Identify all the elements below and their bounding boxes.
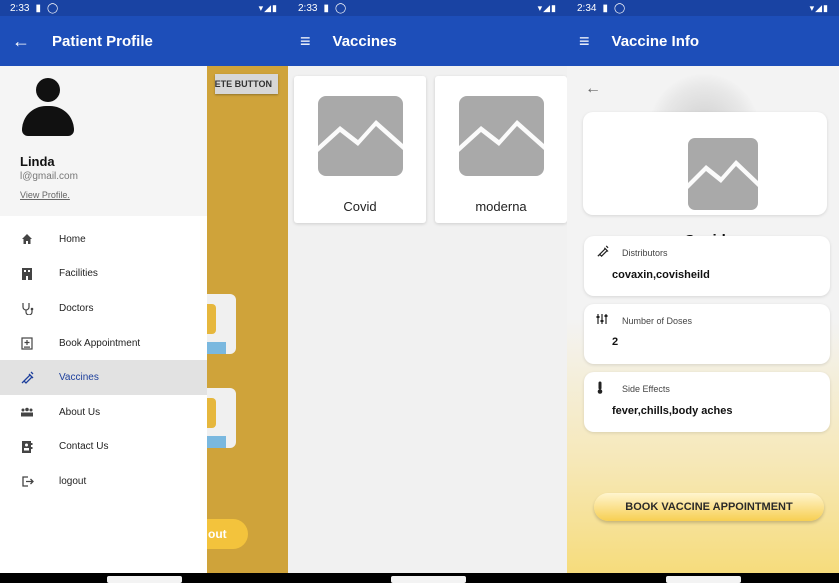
sim-icon: ▮ [323,2,329,14]
image-placeholder-icon [317,96,403,176]
distributors-label: Distributors [622,248,668,258]
status-bar: 2:33 ▮ ◯ ▾◢▮ [288,0,567,16]
stethoscope-icon [20,301,34,315]
sim-icon: ▮ [35,2,41,14]
vaccine-name: Covid [343,199,377,214]
drawer-item-facilities[interactable]: Facilities [0,257,207,292]
drawer-item-label: Doctors [59,302,94,314]
app-bar: ← Patient Profile [0,16,288,66]
signal-battery-icon: ▾◢▮ [258,2,278,13]
drawer-item-label: Contact Us [59,441,109,453]
avatar-icon [22,76,74,136]
vaccine-info-screen: 2:34 ▮ ◯ ▾◢▮ ≡ Vaccine Info Covid ← Dist… [567,0,839,583]
logout-icon [20,474,34,488]
signal-battery-icon: ▾◢▮ [537,2,557,13]
doses-label: Number of Doses [622,315,693,326]
vaccine-header-card: Covid [583,112,827,249]
drawer-menu: Home Facilities Doctors Book Appointment… [0,222,207,499]
app-bar-title: Vaccine Info [611,32,700,50]
drawer-item-label: Home [59,233,86,245]
signal-battery-icon: ▾◢▮ [809,2,829,13]
drawer-header: Linda l@gmail.com View Profile. [0,66,207,216]
menu-icon[interactable]: ≡ [579,31,590,52]
drawer-item-doctors[interactable]: Doctors [0,291,207,326]
image-placeholder-icon [688,138,758,210]
book-vaccine-appointment-button[interactable]: BOOK VACCINE APPOINTMENT [594,493,824,521]
image-placeholder-icon [458,96,544,176]
home-icon [20,232,34,246]
distributors-card: Distributors covaxin,covisheild [584,236,830,296]
sync-icon: ◯ [613,2,626,14]
status-bar: 2:34 ▮ ◯ ▾◢▮ [567,0,839,16]
people-icon [20,405,34,419]
drawer-item-vaccines[interactable]: Vaccines [0,360,207,395]
status-time: 2:34 [577,2,597,14]
patient-profile-screen: 2:33 ▮ ◯ ▾◢▮ ← Patient Profile ETE BUTTO… [0,0,288,583]
drawer-item-label: Vaccines [59,372,99,384]
doses-value: 2 [612,336,619,348]
system-nav-bar [0,573,288,583]
side-effects-label: Side Effects [622,384,670,394]
back-arrow-icon[interactable]: ← [12,31,30,52]
drawer-item-logout[interactable]: logout [0,464,207,499]
status-time: 2:33 [298,2,318,14]
side-effects-value: fever,chills,body aches [612,405,733,417]
drawer-item-book-appointment[interactable]: Book Appointment [0,326,207,361]
drawer-item-label: logout [59,475,87,487]
building-icon [20,267,34,281]
home-gesture-pill[interactable] [107,576,182,583]
app-bar: ≡ Vaccine Info [567,16,839,66]
system-nav-bar [567,573,839,583]
drawer-item-about-us[interactable]: About Us [0,395,207,430]
vaccine-grid: Covid moderna [294,76,567,223]
syringe-icon [20,371,34,385]
appointment-icon [20,336,34,350]
home-gesture-pill[interactable] [666,576,741,583]
app-bar-title: Patient Profile [52,32,153,50]
navigation-drawer: Linda l@gmail.com View Profile. Home Fac… [0,66,207,573]
delete-button: ETE BUTTON [214,74,278,94]
status-bar: 2:33 ▮ ◯ ▾◢▮ [0,0,288,16]
view-profile-link[interactable]: View Profile. [20,190,187,200]
vaccine-card[interactable]: moderna [435,76,567,223]
vaccines-screen: 2:33 ▮ ◯ ▾◢▮ ≡ Vaccines Covid moderna [288,0,567,583]
dimmed-background-content[interactable]: ETE BUTTON es ts out [196,66,288,573]
system-nav-bar [288,573,567,583]
drawer-item-contact-us[interactable]: Contact Us [0,430,207,465]
sync-icon: ◯ [46,2,59,14]
drawer-item-label: Book Appointment [59,337,141,349]
thermometer-icon [596,381,610,397]
status-time: 2:33 [10,2,30,14]
drawer-item-label: Facilities [59,268,98,280]
sync-icon: ◯ [334,2,347,14]
menu-icon[interactable]: ≡ [300,31,311,52]
user-name: Linda [20,154,55,169]
sim-icon: ▮ [602,2,608,14]
app-bar-title: Vaccines [332,32,397,50]
distributors-value: covaxin,covisheild [612,269,710,281]
app-bar: ≡ Vaccines [288,16,567,66]
vaccine-card[interactable]: Covid [294,76,426,223]
vaccine-name: moderna [475,199,527,214]
contacts-icon [20,440,34,454]
back-arrow-icon[interactable]: ← [585,80,601,98]
sliders-icon [596,313,610,328]
side-effects-card: Side Effects fever,chills,body aches [584,372,830,432]
doses-card: Number of Doses 2 [584,304,830,364]
home-gesture-pill[interactable] [390,576,466,583]
drawer-item-home[interactable]: Home [0,222,207,257]
user-email: l@gmail.com [20,171,78,182]
drawer-item-label: About Us [59,406,101,418]
syringe-icon [596,245,610,261]
vaccine-info-content: Covid ← Distributors covaxin,covisheild … [567,66,839,573]
